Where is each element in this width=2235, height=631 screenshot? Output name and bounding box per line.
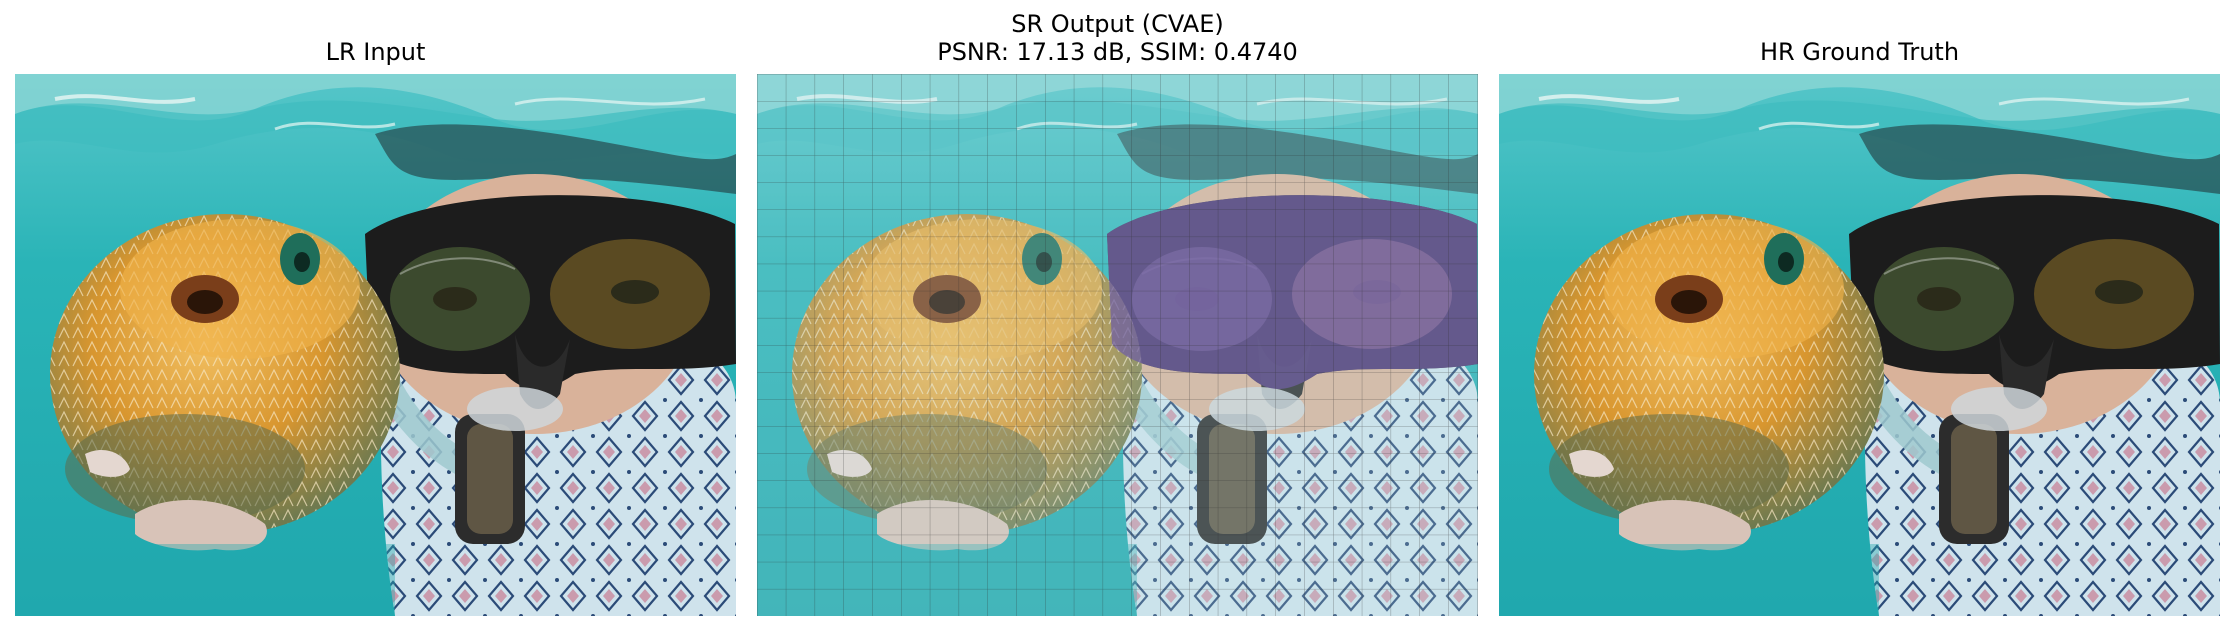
panel-hr-ground-truth: HR Ground Truth bbox=[1499, 0, 2220, 631]
sr-output-image bbox=[757, 74, 1478, 616]
panel-subtitle-metrics: PSNR: 17.13 dB, SSIM: 0.4740 bbox=[937, 38, 1298, 66]
panel-sr-output: SR Output (CVAE) PSNR: 17.13 dB, SSIM: 0… bbox=[757, 0, 1478, 631]
panel-title-hr-ground-truth: HR Ground Truth bbox=[1759, 38, 1960, 66]
hr-ground-truth-image bbox=[1499, 74, 2220, 616]
lr-input-image bbox=[15, 74, 736, 616]
panel-title-lr-input: LR Input bbox=[325, 38, 426, 66]
panel-title-sr-output: SR Output (CVAE) bbox=[1011, 10, 1224, 38]
panel-lr-input: LR Input bbox=[15, 0, 736, 631]
